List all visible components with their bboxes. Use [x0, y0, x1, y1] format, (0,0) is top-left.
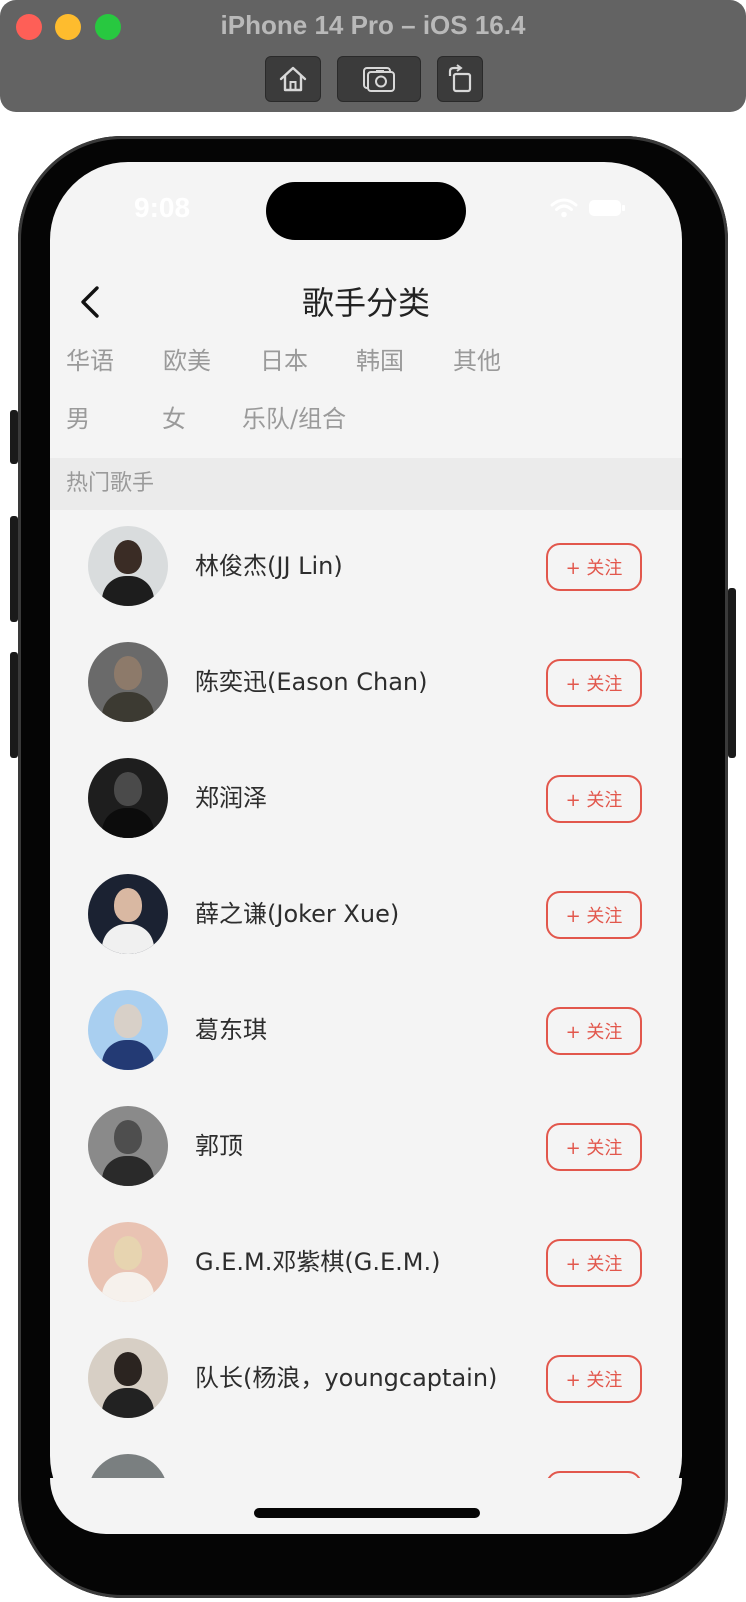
- follow-button[interactable]: + 关注: [546, 1123, 642, 1171]
- screenshot-button[interactable]: [337, 56, 421, 102]
- follow-button[interactable]: + 关注: [546, 775, 642, 823]
- follow-button[interactable]: + 关注: [546, 1355, 642, 1403]
- rotate-button[interactable]: [437, 56, 483, 102]
- singer-row[interactable]: 葛东琪 + 关注: [50, 974, 682, 1090]
- singer-name: 葛东琪: [195, 1016, 267, 1044]
- singer-name: 郑润泽: [195, 784, 267, 812]
- volume-up-button: [10, 516, 18, 622]
- dynamic-island: [266, 182, 466, 240]
- singer-row[interactable]: 郑润泽 + 关注: [50, 742, 682, 858]
- filter-type-male[interactable]: 男: [66, 402, 162, 436]
- singer-avatar: [88, 990, 168, 1070]
- singer-avatar: [88, 1222, 168, 1302]
- screen-bottom-safe-area: [50, 1478, 682, 1534]
- singer-row[interactable]: 薛之谦(Joker Xue) + 关注: [50, 858, 682, 974]
- rotate-icon: [448, 64, 472, 93]
- filter-region-western[interactable]: 欧美: [163, 344, 260, 378]
- power-button: [728, 588, 736, 758]
- filter-type-band[interactable]: 乐队/组合: [242, 402, 346, 436]
- singer-avatar: [88, 526, 168, 606]
- singer-avatar: [88, 758, 168, 838]
- singer-avatar: [88, 642, 168, 722]
- filter-region-other[interactable]: 其他: [453, 344, 550, 378]
- screenshot-icon: [363, 67, 395, 92]
- mute-switch: [10, 410, 18, 464]
- page-title: 歌手分类: [301, 284, 430, 322]
- wifi-icon: [550, 198, 578, 218]
- follow-button[interactable]: + 关注: [546, 1007, 642, 1055]
- singer-name: 队长(杨浪，youngcaptain): [195, 1364, 498, 1392]
- follow-button[interactable]: + 关注: [546, 1239, 642, 1287]
- singer-row[interactable]: G.E.M.邓紫棋(G.E.M.) + 关注: [50, 1206, 682, 1322]
- singer-avatar: [88, 874, 168, 954]
- region-filter-row: 华语 欧美 日本 韩国 其他: [66, 344, 550, 378]
- filter-region-japan[interactable]: 日本: [260, 344, 356, 378]
- singer-row[interactable]: 陈奕迅(Eason Chan) + 关注: [50, 626, 682, 742]
- singer-name: 陈奕迅(Eason Chan): [195, 668, 428, 696]
- singer-name: G.E.M.邓紫棋(G.E.M.): [195, 1248, 441, 1276]
- singer-avatar: [88, 1106, 168, 1186]
- singer-row[interactable]: 队长(杨浪，youngcaptain) + 关注: [50, 1322, 682, 1438]
- status-time: 9:08: [134, 192, 191, 223]
- follow-button[interactable]: + 关注: [546, 543, 642, 591]
- singer-name: 薛之谦(Joker Xue): [195, 900, 400, 928]
- simulator-title: iPhone 14 Pro – iOS 16.4: [220, 10, 526, 40]
- filter-region-korea[interactable]: 韩国: [356, 344, 453, 378]
- battery-icon: [589, 200, 625, 216]
- singer-list: 林俊杰(JJ Lin) + 关注 陈奕迅(Eason Chan) + 关注 郑润…: [50, 510, 682, 1534]
- volume-down-button: [10, 652, 18, 758]
- app-screen: 9:08 歌手分类 华语 欧美 日本 韩国 其他 男 女 乐队/组合 热门歌手: [50, 162, 682, 1534]
- home-indicator-bar[interactable]: [254, 1508, 480, 1518]
- section-header: 热门歌手: [50, 458, 682, 510]
- singer-name: 林俊杰(JJ Lin): [195, 552, 343, 580]
- singer-row[interactable]: 林俊杰(JJ Lin) + 关注: [50, 510, 682, 626]
- type-filter-row: 男 女 乐队/组合: [66, 402, 346, 436]
- follow-button[interactable]: + 关注: [546, 891, 642, 939]
- singer-avatar: [88, 1338, 168, 1418]
- status-indicators: [550, 198, 626, 218]
- filter-region-chinese[interactable]: 华语: [66, 344, 163, 378]
- singer-name: 郭顶: [195, 1132, 243, 1160]
- filter-type-female[interactable]: 女: [162, 402, 242, 436]
- home-button[interactable]: [265, 56, 321, 102]
- follow-button[interactable]: + 关注: [546, 659, 642, 707]
- singer-row[interactable]: 郭顶 + 关注: [50, 1090, 682, 1206]
- home-icon: [279, 66, 307, 92]
- simulator-toolbar: iPhone 14 Pro – iOS 16.4: [0, 0, 746, 112]
